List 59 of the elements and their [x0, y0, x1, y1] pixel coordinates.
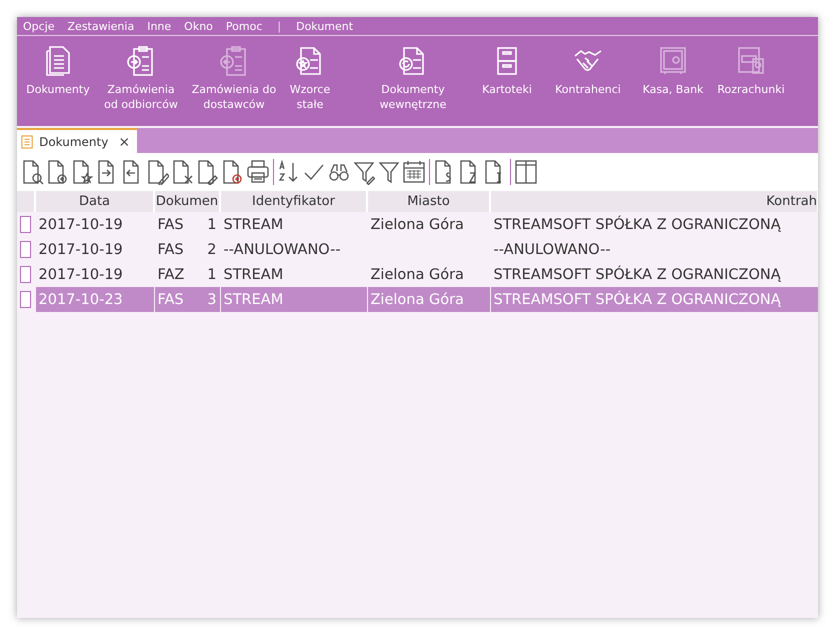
table-cell: 2017-10-19	[35, 212, 154, 237]
column-header[interactable]: Data	[35, 191, 154, 212]
close-icon[interactable]	[120, 136, 129, 146]
table-cell: Zielona Góra	[367, 212, 490, 237]
list-icon	[21, 134, 34, 150]
column-header[interactable]: Miasto	[367, 191, 490, 212]
document-pencil-icon[interactable]	[197, 159, 219, 185]
table-cell: STREAMSOFT SPÓŁKA Z OGRANICZONĄ	[490, 212, 818, 237]
document-edit-icon[interactable]	[147, 159, 169, 185]
columns-icon[interactable]	[515, 159, 537, 185]
ribbon-button[interactable]: Kartoteki	[471, 44, 543, 97]
row-checkbox[interactable]	[20, 291, 31, 308]
table-cell: Zielona Góra	[367, 287, 490, 312]
table-row[interactable]: 2017-10-19 FAZ 1 STREAM Zielona Góra STREAMSOFT SPÓŁKA Z OGRANICZONĄ	[17, 262, 818, 287]
calendar-icon[interactable]	[403, 159, 425, 185]
table-cell: STREAMSOFT SPÓŁKA Z OGRANICZONĄ	[490, 287, 818, 312]
document-add-icon[interactable]	[222, 159, 244, 185]
menu-item[interactable]: Inne	[147, 20, 172, 32]
menu-item[interactable]: Pomoc	[226, 20, 262, 32]
table-cell: Zielona Góra	[367, 262, 490, 287]
document-tab[interactable]: Dokumenty	[17, 128, 137, 153]
table-cell-text: FAS 2	[156, 240, 218, 260]
row-checkbox[interactable]	[20, 241, 31, 258]
menu-item[interactable]: Okno	[184, 20, 213, 32]
ribbon-button[interactable]: Dokumenty	[17, 44, 99, 97]
document-search-icon[interactable]	[22, 159, 44, 185]
table-row[interactable]: 2017-10-23 FAS 3 STREAM Zielona Góra STREAMSOFT SPÓŁKA Z OGRANICZONĄ	[17, 287, 818, 312]
table-cell: STREAM	[220, 287, 367, 312]
column-header[interactable]: Identyfikator	[220, 191, 367, 212]
ribbon-button[interactable]: Zamówienia od odbiorców	[99, 44, 183, 112]
row-checkbox[interactable]	[20, 266, 31, 283]
document-delete-icon[interactable]	[172, 159, 194, 185]
column-header[interactable]: Kontrah	[490, 191, 818, 212]
table-cell: STREAMSOFT SPÓŁKA Z OGRANICZONĄ	[490, 262, 818, 287]
table-cell: 2017-10-23	[35, 287, 154, 312]
menu-item[interactable]: Dokument	[296, 20, 354, 32]
document-add-icon[interactable]	[47, 159, 69, 185]
menu-item[interactable]: Opcje	[23, 20, 55, 32]
column-header[interactable]: Dokumen	[154, 191, 220, 212]
table-cell-text: 2017-10-19	[38, 240, 124, 260]
table-row[interactable]: 2017-10-19 FAS 1 STREAM Zielona Góra STREAMSOFT SPÓŁKA Z OGRANICZONĄ	[17, 212, 818, 237]
table-cell: STREAM	[220, 212, 367, 237]
table-cell-text: --ANULOWANO--	[492, 240, 612, 260]
table-cell: STREAM	[220, 262, 367, 287]
table-cell: FAZ 1	[154, 262, 220, 287]
ribbon-button[interactable]: Kontrahenci	[543, 44, 633, 97]
menu-item[interactable]: Zestawienia	[68, 20, 134, 32]
tab-label: Dokumenty	[39, 134, 108, 148]
printer-icon[interactable]	[247, 159, 269, 185]
ribbon-button[interactable]: Dokumenty wewnętrzne	[355, 44, 471, 112]
table-cell-text: --ANULOWANO--	[222, 240, 342, 260]
table-cell: 2017-10-19	[35, 262, 154, 287]
ribbon-button[interactable]: Wzorce stałe	[279, 44, 341, 112]
table-row[interactable]: 2017-10-19 FAS 2 --ANULOWANO-- --ANULOWANO--	[17, 237, 818, 262]
table-cell: FAS 1	[154, 212, 220, 237]
table-cell: FAS 3	[154, 287, 220, 312]
menu-separator: |	[276, 20, 282, 32]
row-checkbox[interactable]	[20, 216, 31, 233]
document-star-icon[interactable]	[72, 159, 94, 185]
